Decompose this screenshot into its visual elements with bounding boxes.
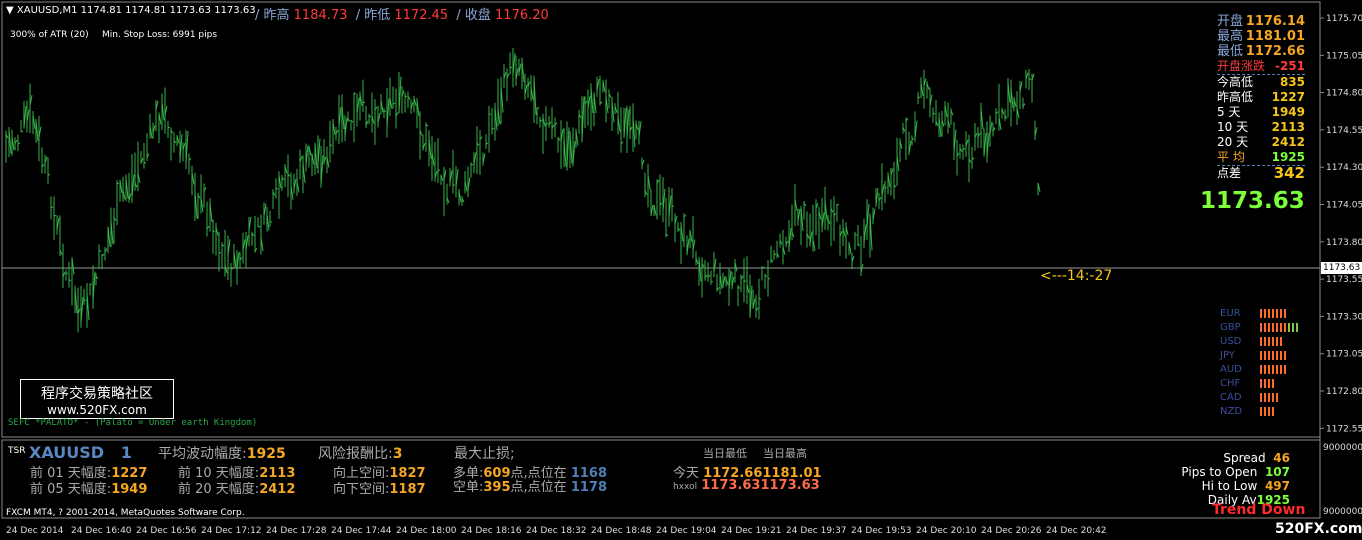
currency-row: EUR: [1220, 306, 1298, 320]
down-space: 向下空间:1187: [333, 482, 426, 497]
copyright: FXCM MT4, ? 2001-2014, MetaQuotes Softwa…: [6, 508, 245, 518]
site-watermark: 520FX.com: [1275, 521, 1362, 537]
x-tick-label: 24 Dec 2014: [6, 526, 64, 536]
avg-range: 平均波动幅度:1925: [158, 446, 286, 462]
currency-row: CAD: [1220, 390, 1298, 404]
strength-bars: [1260, 392, 1278, 402]
x-tick-label: 24 Dec 17:44: [331, 526, 392, 536]
current-price-tag: 1173.63: [1321, 262, 1362, 274]
currency-row: NZD: [1220, 404, 1298, 418]
y-tick-label: 1175.70: [1326, 14, 1362, 24]
x-tick-label: 24 Dec 20:42: [1046, 526, 1107, 536]
currency-strength-meter: EUR GBP USD JPY AUD CHF CAD NZD: [1220, 306, 1298, 418]
info-row: 点差 342: [1217, 164, 1305, 182]
indicator-label: SEFC *PALATO* - (Palato = Under earth Ki…: [8, 418, 258, 428]
y-tick-label: 1172.80: [1326, 387, 1362, 397]
strength-bars: [1260, 364, 1286, 374]
dropdown-triangle-icon[interactable]: ▼: [6, 5, 14, 16]
info-row: 5 天 1949: [1217, 105, 1305, 119]
stop-loss-info: Min. Stop Loss: 6991 pips: [102, 30, 218, 40]
symbol-ohlc: XAUUSD,M1 1174.81 1174.81 1173.63 1173.6…: [16, 5, 256, 16]
x-axis: 24 Dec 2014 24 Dec 16:40 24 Dec 16:56 24 De…: [0, 526, 1320, 540]
x-tick-label: 24 Dec 18:32: [526, 526, 587, 536]
sub-axis-top: 9000000: [1323, 443, 1362, 453]
info-row: 今高低 835: [1217, 75, 1305, 89]
strength-bars: [1260, 308, 1286, 318]
candle-countdown: <---14:-27: [1040, 268, 1113, 284]
x-tick-label: 24 Dec 20:10: [916, 526, 977, 536]
x-tick-label: 24 Dec 17:28: [266, 526, 327, 536]
currency-row: GBP: [1220, 320, 1298, 334]
info-row: 最低 1172.66: [1217, 44, 1305, 59]
y-axis-ticks: 1175.70 1175.05 1174.80 1174.55 1174.30 1174.…: [1320, 14, 1362, 434]
currency-row: AUD: [1220, 362, 1298, 376]
info-row: 20 天 2412: [1217, 135, 1305, 149]
y-tick-label: 1172.55: [1326, 424, 1362, 434]
risk-reward: 风险报酬比:3: [318, 446, 403, 462]
y-tick-label: 1174.80: [1326, 89, 1362, 99]
info-row: 最高 1181.01: [1217, 29, 1305, 44]
strength-bars: [1260, 350, 1286, 360]
price-info-panel: 开盘 1176.14 最高 1181.01 最低 1172.66 开盘涨跌 -251 今高低 83…: [1217, 14, 1305, 181]
x-tick-label: 24 Dec 18:16: [461, 526, 522, 536]
y-tick-label: 1174.05: [1326, 201, 1362, 211]
stats-panel: Spread 46 Pips to Open 107 Hi to Low 497…: [1181, 451, 1290, 507]
y-tick-label: 1175.05: [1326, 51, 1362, 61]
price-bars: [5, 47, 1041, 333]
trend-label: Trend Down: [1212, 502, 1306, 518]
y-tick-label: 1173.05: [1326, 350, 1362, 360]
strength-bars: [1260, 322, 1298, 332]
daily-summary: / 昨高 1184.73 / 昨低 1172.45 / 收盘 1176.20: [255, 8, 549, 23]
sub-axis-bottom: 9000000: [1323, 507, 1362, 517]
short-order: 空单:395点,点位在 1178: [453, 480, 607, 495]
strength-bars: [1260, 378, 1274, 388]
x-tick-label: 24 Dec 16:56: [136, 526, 197, 536]
currency-row: JPY: [1220, 348, 1298, 362]
row2: 前 05 天幅度:1949: [30, 482, 148, 497]
y-tick-label: 1174.30: [1326, 163, 1362, 173]
x-tick-label: 24 Dec 19:21: [721, 526, 782, 536]
currency-row: CHF: [1220, 376, 1298, 390]
big-price: 1173.63: [1200, 188, 1305, 214]
tsr-tag: TSR: [8, 446, 26, 456]
x-tick-label: 24 Dec 19:53: [851, 526, 912, 536]
max-stop-label: 最大止损;: [454, 446, 515, 462]
info-row: 昨高低 1227: [1217, 90, 1305, 104]
y-tick-label: 1173.55: [1326, 275, 1362, 285]
panel-symbol: XAUUSD 1: [29, 443, 132, 462]
x-tick-label: 24 Dec 19:37: [786, 526, 847, 536]
x-tick-label: 24 Dec 20:26: [981, 526, 1042, 536]
strength-bars: [1260, 406, 1274, 416]
x-tick-label: 24 Dec 17:12: [201, 526, 262, 536]
atr-info: 300% of ATR (20): [10, 30, 89, 40]
x-tick-label: 24 Dec 18:48: [591, 526, 652, 536]
info-row: 10 天 2113: [1217, 120, 1305, 134]
day-high-header: 当日最高: [763, 447, 807, 460]
community-logo: 程序交易策略社区 www.520FX.com: [20, 379, 174, 419]
x-tick-label: 24 Dec 19:04: [656, 526, 717, 536]
strength-bars: [1260, 336, 1282, 346]
row2-20d: 前 20 天幅度:2412: [178, 482, 296, 497]
currency-row: USD: [1220, 334, 1298, 348]
symbol-header: ▼ XAUUSD,M1 1174.81 1174.81 1173.63 1173…: [6, 5, 256, 16]
x-tick-label: 24 Dec 18:00: [396, 526, 457, 536]
x-tick-label: 24 Dec 16:40: [71, 526, 132, 536]
y-tick-label: 1173.30: [1326, 312, 1362, 322]
history-range: hxxol 1173.631173.63: [673, 478, 820, 493]
info-row: 开盘 1176.14: [1217, 14, 1305, 29]
y-tick-label: 1173.80: [1326, 238, 1362, 248]
day-low-header: 当日最低: [703, 447, 747, 460]
info-row: 开盘涨跌 -251: [1217, 59, 1305, 75]
y-tick-label: 1174.55: [1326, 126, 1362, 136]
